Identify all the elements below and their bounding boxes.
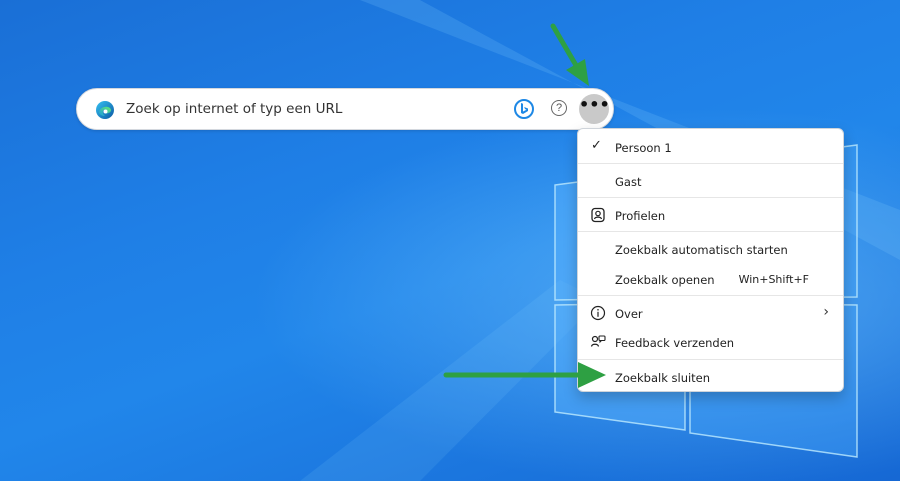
annotation-arrow-close-item (443, 362, 606, 388)
